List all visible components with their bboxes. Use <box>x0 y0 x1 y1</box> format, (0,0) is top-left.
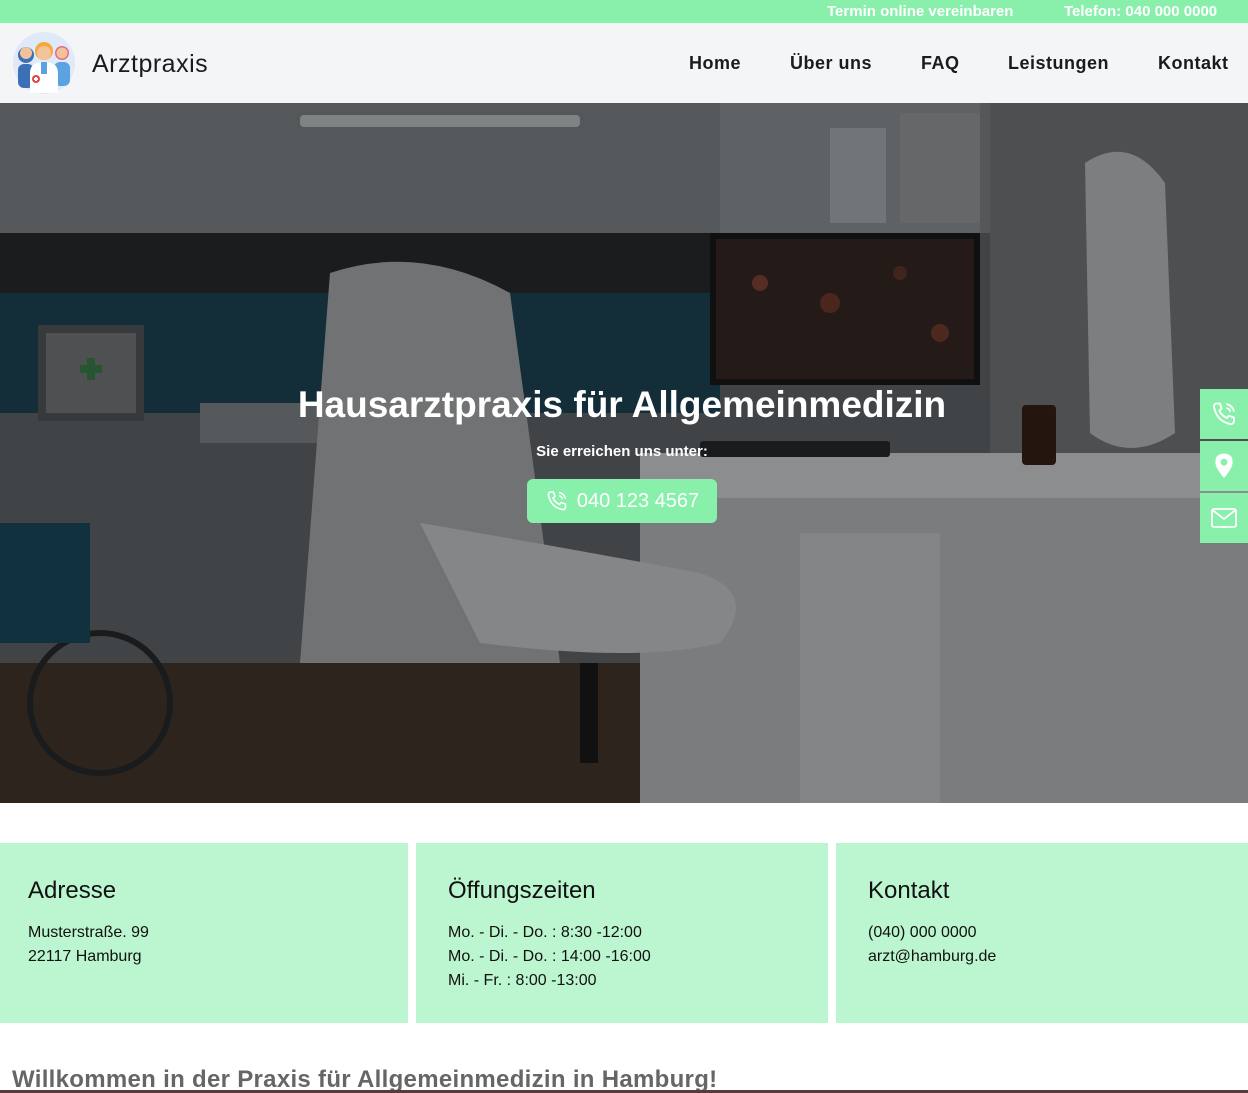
contact-title: Kontakt <box>868 877 950 904</box>
hours-title: Öffungszeiten <box>448 877 596 904</box>
address-box: Adresse Musterstraße. 99 22117 Hamburg <box>0 843 408 1023</box>
hours-line: Mo. - Di. - Do. : 8:30 -12:00 <box>448 924 642 941</box>
address-title: Adresse <box>28 877 117 904</box>
hours-line: Mi. - Fr. : 8:00 -13:00 <box>448 972 597 989</box>
welcome-heading: Willkommen in der Praxis für Allgemeinme… <box>12 1066 718 1093</box>
site-header: Arztpraxis Home Über uns FAQ Leistungen … <box>0 23 1248 103</box>
location-pin-icon <box>1215 453 1233 478</box>
side-call-button[interactable] <box>1200 389 1248 439</box>
hours-line: Mo. - Di. - Do. : 14:00 -16:00 <box>448 948 651 965</box>
nav-services[interactable]: Leistungen <box>1008 53 1109 74</box>
contact-email[interactable]: arzt@hamburg.de <box>868 945 1220 969</box>
phone-icon <box>547 491 567 511</box>
doctors-logo-icon[interactable] <box>12 31 76 95</box>
hours-box: Öffungszeiten Mo. - Di. - Do. : 8:30 -12… <box>416 843 828 1023</box>
hero-section: Hausarztpraxis für Allgemeinmedizin Sie … <box>0 103 1248 803</box>
hero-title: Hausarztpraxis für Allgemeinmedizin <box>297 384 947 425</box>
appointment-link[interactable]: Termin online vereinbaren <box>827 3 1013 20</box>
address-line: 22117 Hamburg <box>28 948 142 965</box>
nav-about[interactable]: Über uns <box>790 53 872 74</box>
nav-contact[interactable]: Kontakt <box>1158 53 1229 74</box>
side-mail-button[interactable] <box>1200 493 1248 543</box>
hero-phone-number: 040 123 4567 <box>576 489 700 512</box>
phone-icon <box>1213 402 1235 425</box>
mail-icon <box>1211 508 1237 528</box>
top-bar: Termin online vereinbaren Telefon: 040 0… <box>0 0 1248 23</box>
side-location-button[interactable] <box>1200 441 1248 491</box>
hero-phone-button[interactable]: 040 123 4567 <box>527 479 717 523</box>
brand-name[interactable]: Arztpraxis <box>92 50 208 79</box>
contact-box: Kontakt (040) 000 0000 arzt@hamburg.de <box>836 843 1248 1023</box>
contact-phone[interactable]: (040) 000 0000 <box>868 921 1220 945</box>
nav-home[interactable]: Home <box>689 53 741 74</box>
nav-faq[interactable]: FAQ <box>921 53 960 74</box>
hero-subtitle: Sie erreichen uns unter: <box>536 443 708 460</box>
phone-link[interactable]: Telefon: 040 000 0000 <box>1064 3 1217 20</box>
address-line: Musterstraße. 99 <box>28 924 149 941</box>
